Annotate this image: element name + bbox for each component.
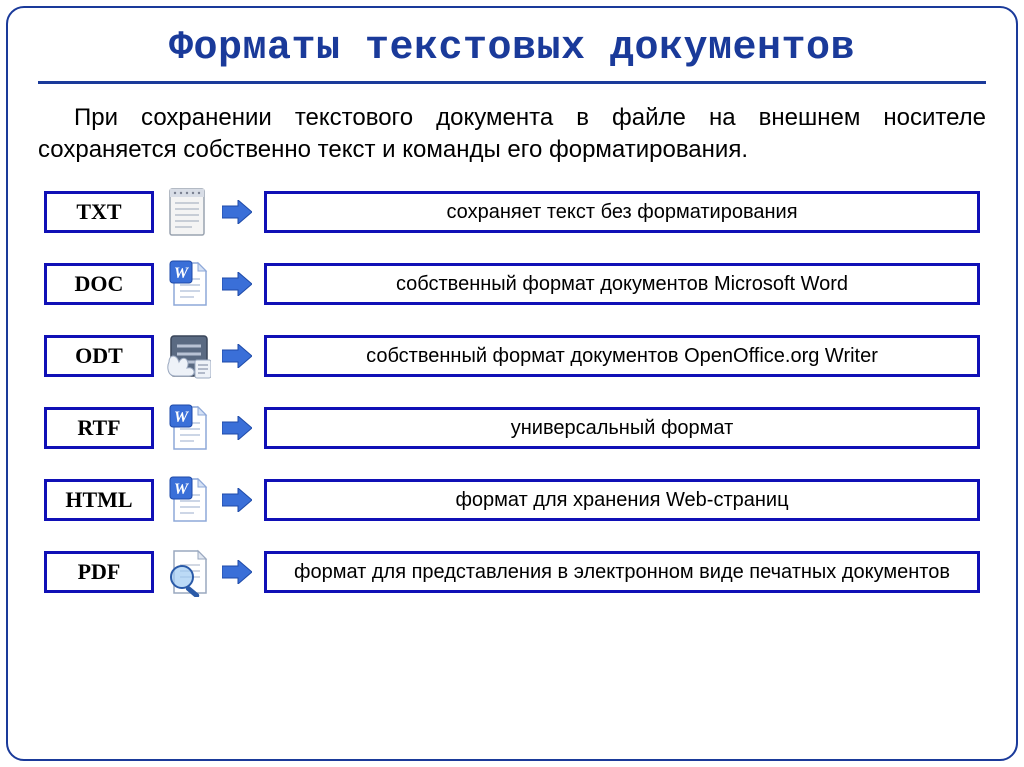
svg-text:W: W bbox=[174, 409, 190, 426]
magnifier-file-icon bbox=[164, 547, 214, 597]
arrow-right-icon bbox=[220, 339, 254, 373]
word-file-icon: W bbox=[164, 403, 214, 453]
format-label: ODT bbox=[44, 335, 154, 377]
format-row-pdf: PDF формат для представления в электронн… bbox=[44, 547, 980, 597]
format-desc: собственный формат документов Microsoft … bbox=[264, 263, 980, 305]
format-desc: сохраняет текст без форматирования bbox=[264, 191, 980, 233]
format-row-odt: ODT собственный формат документов OpenOf bbox=[44, 331, 980, 381]
format-desc: формат для представления в электронном в… bbox=[264, 551, 980, 593]
intro-paragraph: При сохранении текстового документа в фа… bbox=[38, 102, 986, 167]
arrow-right-icon bbox=[220, 483, 254, 517]
arrow-right-icon bbox=[220, 411, 254, 445]
format-list: TXT сохра bbox=[38, 187, 986, 597]
word-file-icon: W bbox=[164, 259, 214, 309]
format-label: DOC bbox=[44, 263, 154, 305]
format-row-doc: DOC W собственный формат документов Micr… bbox=[44, 259, 980, 309]
notepad-file-icon bbox=[164, 187, 214, 237]
page-title: Форматы текстовых документов bbox=[38, 26, 986, 84]
format-row-html: HTML W формат для хранения Web-страниц bbox=[44, 475, 980, 525]
slide-frame: Форматы текстовых документов При сохране… bbox=[6, 6, 1018, 761]
format-label: RTF bbox=[44, 407, 154, 449]
openoffice-file-icon bbox=[164, 331, 214, 381]
format-row-rtf: RTF W универсальный формат bbox=[44, 403, 980, 453]
word-file-icon: W bbox=[164, 475, 214, 525]
svg-text:W: W bbox=[174, 265, 190, 282]
format-desc: собственный формат документов OpenOffice… bbox=[264, 335, 980, 377]
format-label: HTML bbox=[44, 479, 154, 521]
format-label: TXT bbox=[44, 191, 154, 233]
arrow-right-icon bbox=[220, 555, 254, 589]
format-desc: универсальный формат bbox=[264, 407, 980, 449]
format-row-txt: TXT сохра bbox=[44, 187, 980, 237]
format-desc: формат для хранения Web-страниц bbox=[264, 479, 980, 521]
svg-text:W: W bbox=[174, 481, 190, 498]
arrow-right-icon bbox=[220, 195, 254, 229]
format-label: PDF bbox=[44, 551, 154, 593]
arrow-right-icon bbox=[220, 267, 254, 301]
